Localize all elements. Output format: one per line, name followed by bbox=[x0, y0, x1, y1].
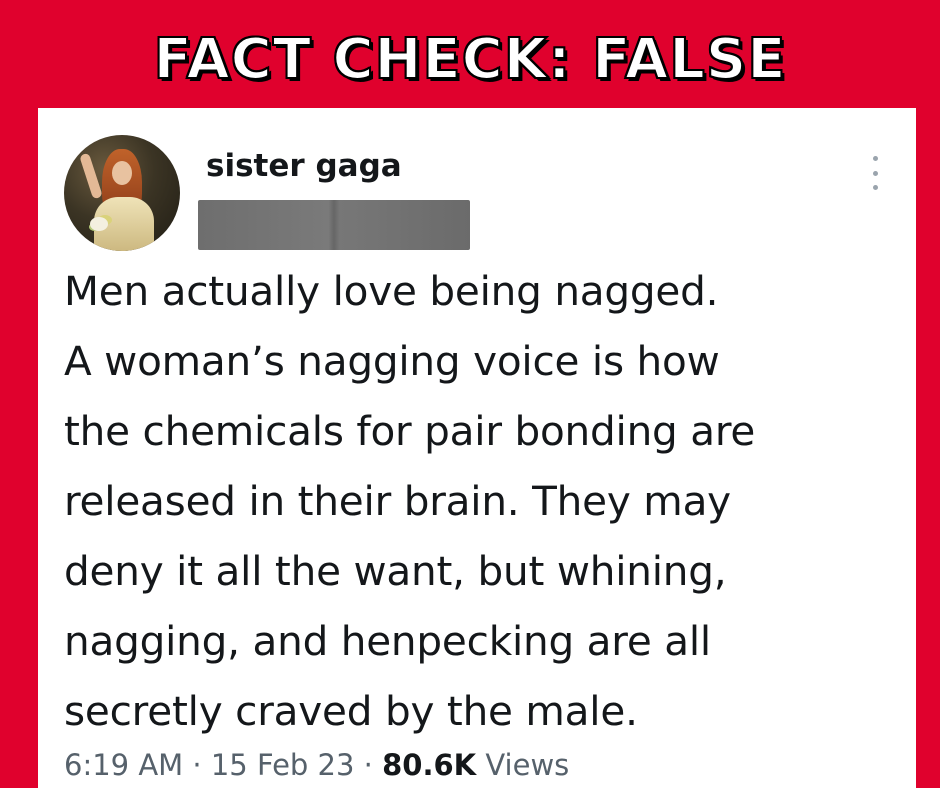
tweet-card: sister gaga Men actually love being nagg… bbox=[38, 108, 916, 788]
meta-separator: · bbox=[192, 748, 202, 782]
redacted-handle bbox=[198, 200, 470, 250]
more-vertical-icon[interactable] bbox=[868, 156, 882, 190]
tweet-time[interactable]: 6:19 AM bbox=[64, 748, 183, 782]
meta-separator: · bbox=[363, 748, 373, 782]
display-name[interactable]: sister gaga bbox=[206, 148, 402, 184]
tweet-text: Men actually love being nagged. A woman’… bbox=[64, 267, 756, 735]
tweet-meta: 6:19 AM · 15 Feb 23 · 80.6K Views bbox=[64, 748, 569, 782]
views-count[interactable]: 80.6K bbox=[382, 748, 476, 782]
fact-check-title: FACT CHECK: FALSE bbox=[153, 26, 787, 93]
views-label: Views bbox=[485, 748, 570, 782]
fact-check-banner: FACT CHECK: FALSE bbox=[0, 18, 940, 100]
tweet-date[interactable]: 15 Feb 23 bbox=[211, 748, 355, 782]
avatar[interactable] bbox=[64, 135, 180, 251]
